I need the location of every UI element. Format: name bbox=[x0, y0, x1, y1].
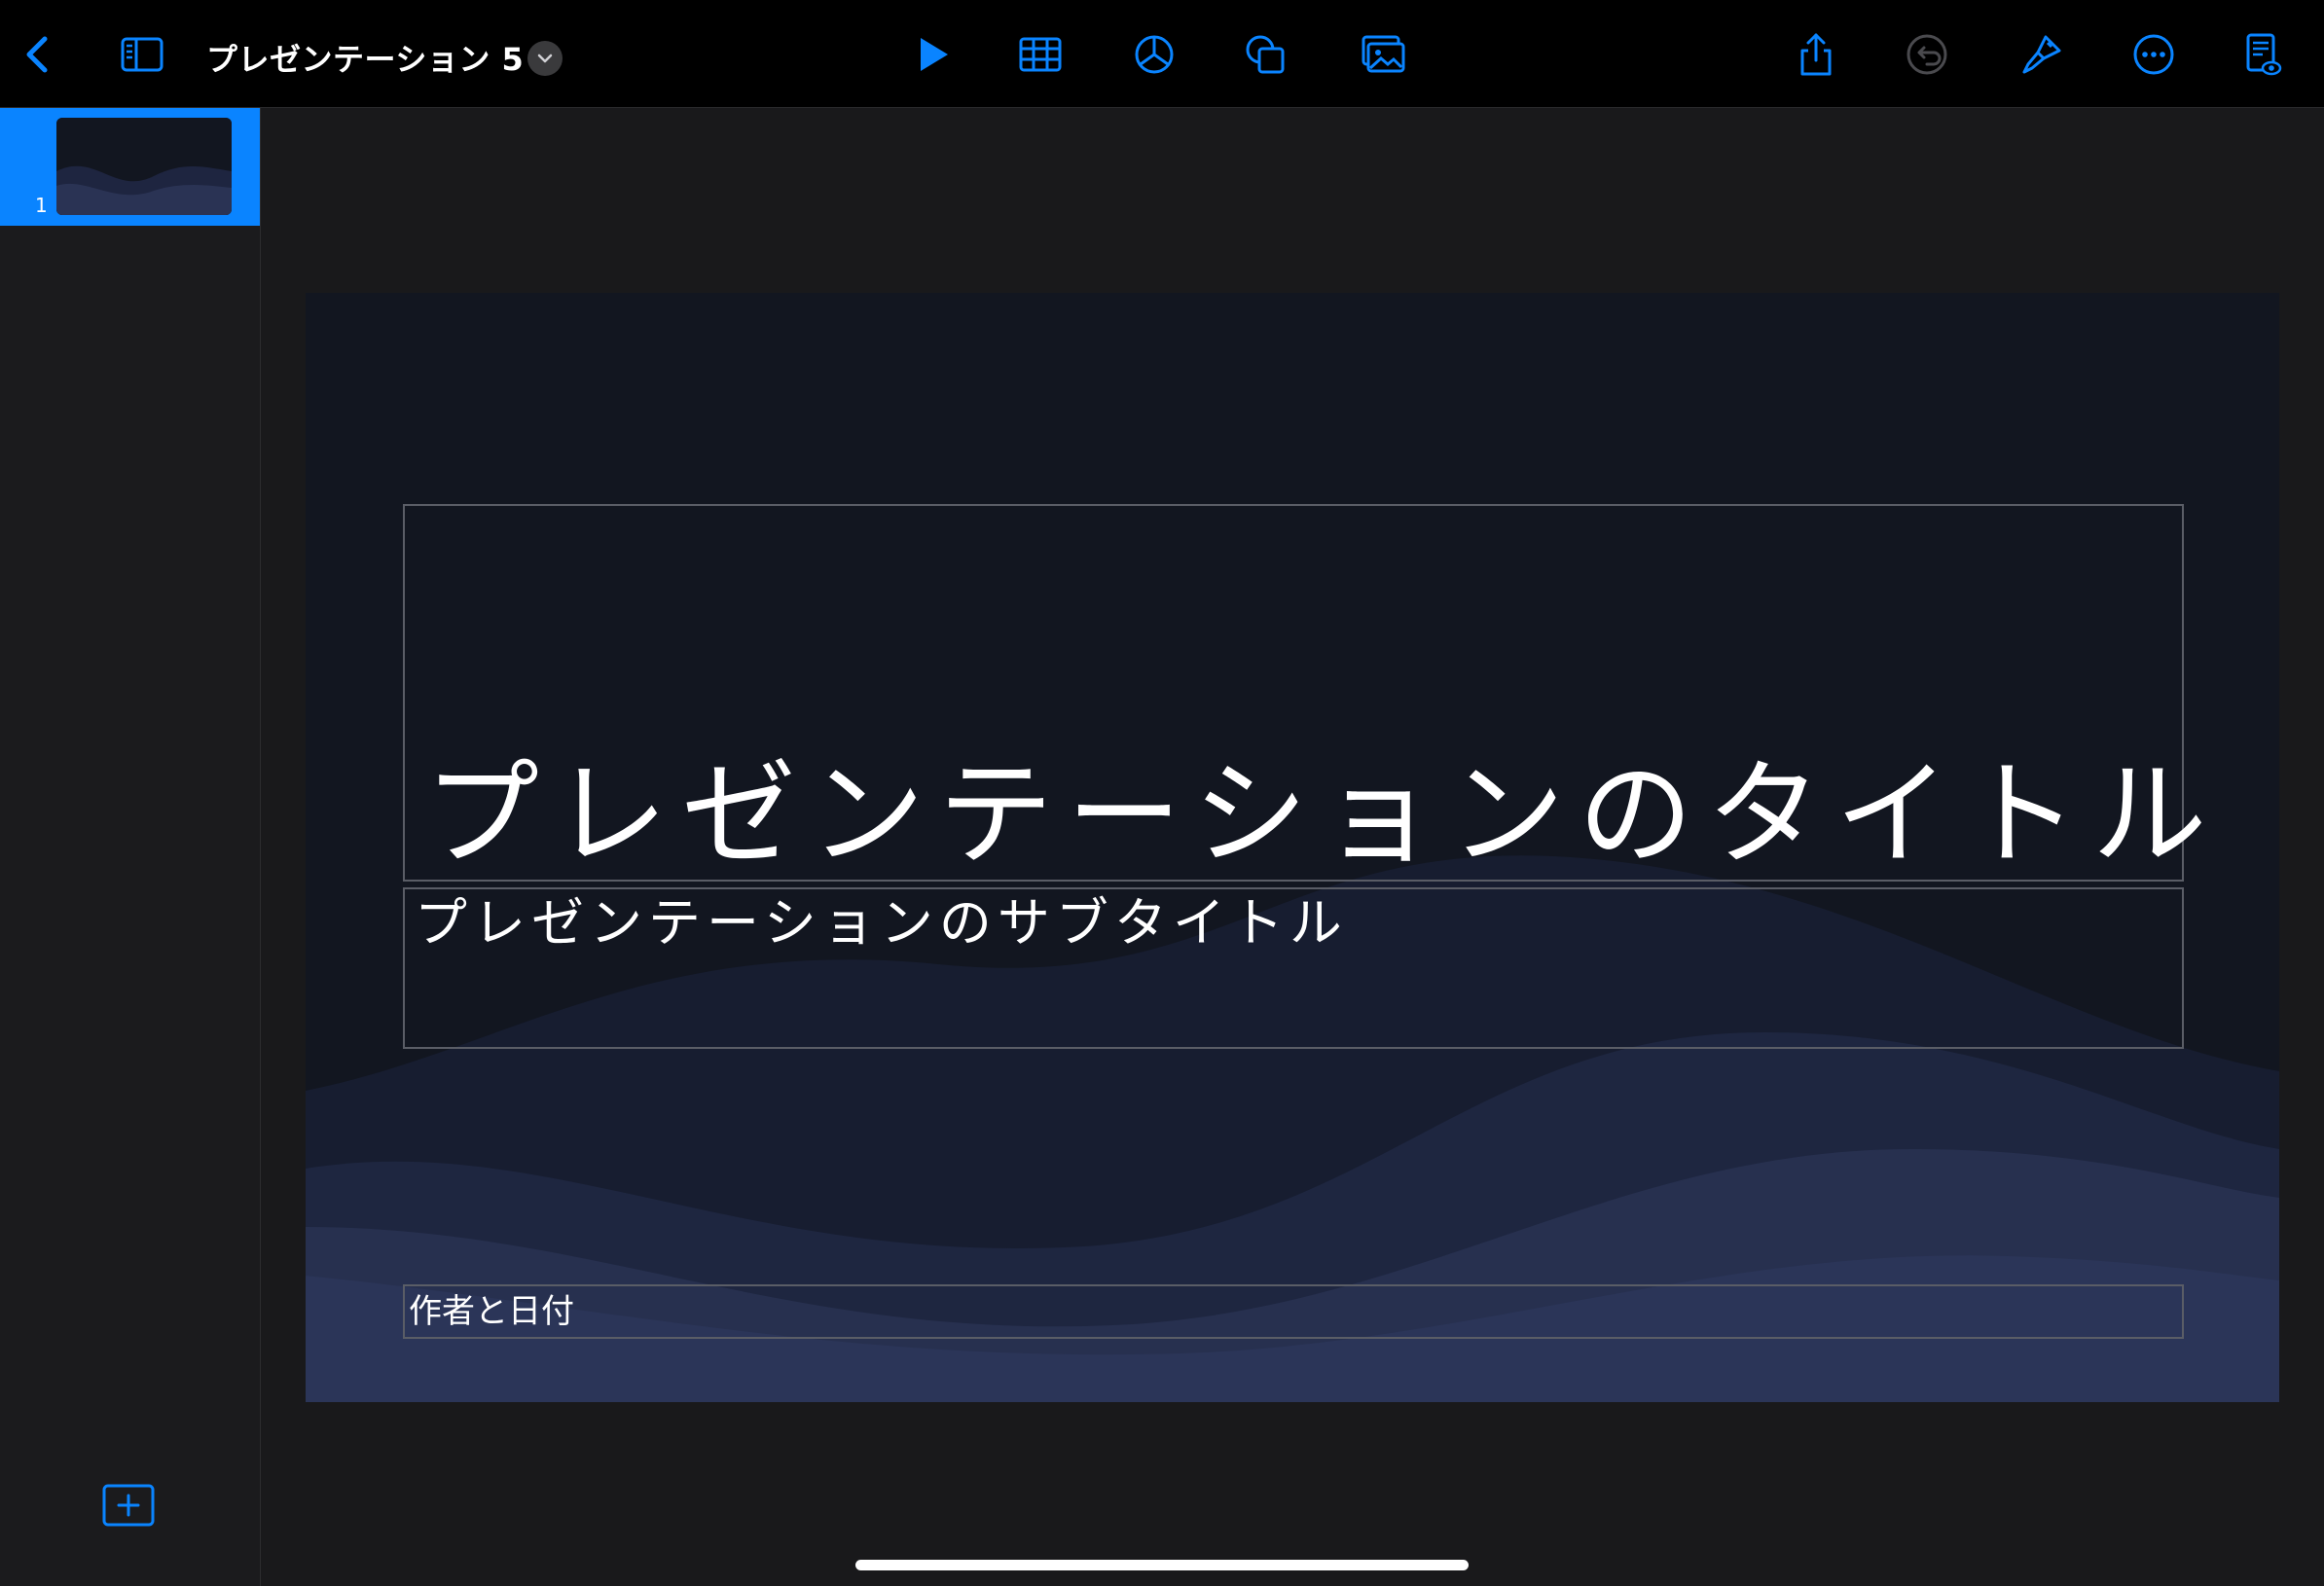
subtitle-placeholder[interactable]: プレゼンテーションのサブタイトル bbox=[403, 887, 2184, 1049]
add-slide-button[interactable] bbox=[101, 1483, 156, 1528]
undo-button[interactable] bbox=[1900, 27, 1954, 82]
back-chevron-icon bbox=[26, 36, 48, 73]
share-icon bbox=[1800, 33, 1832, 76]
insert-table-button[interactable] bbox=[1013, 27, 1068, 82]
table-icon bbox=[1019, 37, 1062, 72]
home-indicator[interactable] bbox=[855, 1560, 1469, 1570]
insert-shape-button[interactable] bbox=[1238, 27, 1292, 82]
toolbar: プレゼンテーション 5 bbox=[0, 0, 2324, 108]
slide-thumbnail-preview bbox=[56, 118, 232, 215]
slide-subtitle[interactable]: プレゼンテーションのサブタイトル bbox=[415, 892, 1348, 954]
reading-view-icon bbox=[2246, 33, 2282, 76]
title-placeholder[interactable]: プレゼンテーションのタイトル bbox=[403, 504, 2207, 882]
insert-media-button[interactable] bbox=[1356, 27, 1410, 82]
chevron-down-icon bbox=[537, 54, 553, 63]
format-button[interactable] bbox=[2015, 27, 2069, 82]
back-button[interactable] bbox=[12, 27, 66, 82]
more-button[interactable] bbox=[2126, 27, 2181, 82]
format-brush-icon bbox=[2022, 35, 2061, 74]
title-menu-button[interactable] bbox=[527, 41, 563, 76]
author-date-placeholder[interactable]: 作者と日付 bbox=[403, 1284, 2184, 1339]
slide-title[interactable]: プレゼンテーションのタイトル bbox=[424, 757, 2221, 872]
insert-chart-button[interactable] bbox=[1127, 27, 1181, 82]
sidebar-toggle-button[interactable] bbox=[115, 27, 169, 82]
play-icon bbox=[921, 38, 948, 71]
slide-number: 1 bbox=[35, 194, 48, 217]
more-icon bbox=[2133, 34, 2174, 75]
slide-thumbnail-selected[interactable]: 1 bbox=[0, 108, 260, 226]
chart-icon bbox=[1135, 35, 1174, 74]
media-icon bbox=[1362, 35, 1405, 73]
undo-icon bbox=[1906, 34, 1947, 75]
shape-icon bbox=[1246, 35, 1285, 74]
share-button[interactable] bbox=[1789, 27, 1843, 82]
document-title[interactable]: プレゼンテーション 5 bbox=[206, 35, 524, 80]
slide-navigator: 1 bbox=[0, 108, 261, 1586]
add-slide-icon bbox=[102, 1484, 155, 1527]
sidebar-toggle-icon bbox=[121, 37, 163, 72]
play-button[interactable] bbox=[905, 27, 960, 82]
slide-author-date[interactable]: 作者と日付 bbox=[409, 1292, 574, 1332]
reading-view-button[interactable] bbox=[2234, 27, 2289, 82]
